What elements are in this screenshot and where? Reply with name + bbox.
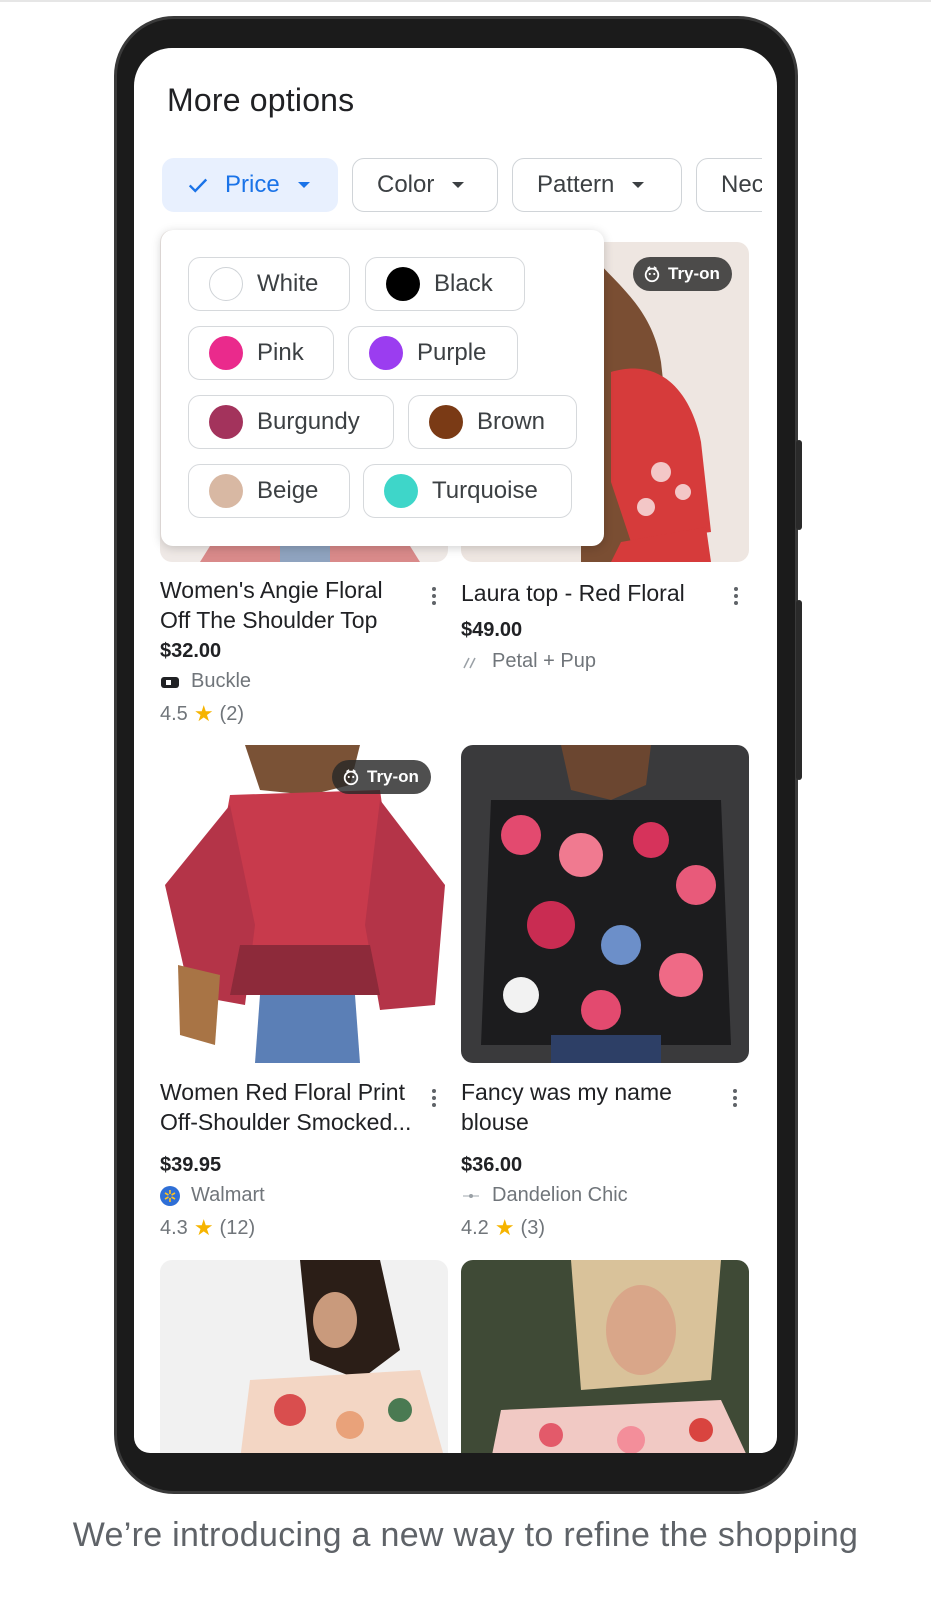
product-store: Walmart xyxy=(160,1184,265,1207)
chevron-down-icon xyxy=(632,182,645,188)
rating-value: 4.2 xyxy=(461,1216,489,1239)
product-title[interactable]: Women's Angie Floral Off The Shoulder To… xyxy=(160,575,410,635)
pink-swatch-icon xyxy=(209,336,243,370)
try-on-label: Try-on xyxy=(367,767,419,786)
color-option-label: Turquoise xyxy=(432,477,538,504)
product-card[interactable] xyxy=(461,1260,749,1453)
product-card[interactable]: Try-on Women Red Floral Print Off-Should… xyxy=(160,745,448,1265)
petal-pup-logo-icon xyxy=(461,652,481,672)
color-option-beige[interactable]: Beige xyxy=(188,464,350,518)
buckle-logo-icon xyxy=(160,672,180,692)
product-title[interactable]: Women Red Floral Print Off-Shoulder Smoc… xyxy=(160,1077,422,1137)
product-store: Petal + Pup xyxy=(461,650,596,673)
product-price: $39.95 xyxy=(160,1154,222,1176)
color-option-brown[interactable]: Brown xyxy=(408,395,577,449)
burgundy-swatch-icon xyxy=(209,405,243,439)
check-icon xyxy=(188,178,208,193)
purple-swatch-icon xyxy=(369,336,403,370)
color-option-label: Pink xyxy=(257,339,304,366)
filter-chip-price[interactable]: Price xyxy=(162,158,338,212)
color-option-turquoise[interactable]: Turquoise xyxy=(363,464,572,518)
walmart-logo-icon xyxy=(160,1185,180,1206)
review-count: (2) xyxy=(219,702,244,725)
color-option-label: Burgundy xyxy=(257,408,360,435)
product-store: Dandelion Chic xyxy=(461,1184,628,1207)
filter-chip-neckline[interactable]: Nec xyxy=(696,158,762,212)
color-option-label: Black xyxy=(434,270,493,297)
store-name: Petal + Pup xyxy=(492,650,596,672)
store-name: Buckle xyxy=(191,670,252,692)
filter-chip-pattern[interactable]: Pattern xyxy=(512,158,682,212)
dandelion-chic-logo-icon xyxy=(461,1186,481,1206)
product-title[interactable]: Laura top - Red Floral xyxy=(461,578,711,608)
page-title: More options xyxy=(167,82,355,118)
color-option-purple[interactable]: Purple xyxy=(348,326,518,380)
more-vert-icon[interactable] xyxy=(733,1086,739,1110)
top-divider xyxy=(0,0,931,2)
product-image xyxy=(160,1260,448,1453)
product-rating: 4.5 ★ (2) xyxy=(160,701,244,727)
white-swatch-icon xyxy=(209,267,243,301)
chevron-down-icon xyxy=(452,182,465,188)
volume-button xyxy=(796,440,802,530)
color-option-label: White xyxy=(257,270,319,297)
brown-swatch-icon xyxy=(429,405,463,439)
star-icon: ★ xyxy=(193,1215,214,1240)
color-option-label: Beige xyxy=(257,477,319,504)
product-store: Buckle xyxy=(160,670,251,693)
color-option-black[interactable]: Black xyxy=(365,257,525,311)
product-rating: 4.2 ★ (3) xyxy=(461,1215,545,1241)
black-swatch-icon xyxy=(386,267,420,301)
try-on-badge[interactable]: Try-on xyxy=(332,760,431,794)
caption-text: We’re introducing a new way to refine th… xyxy=(72,1516,859,1554)
product-price: $49.00 xyxy=(461,619,523,641)
turquoise-swatch-icon xyxy=(384,474,418,508)
try-on-icon xyxy=(644,266,660,283)
try-on-icon xyxy=(343,769,359,786)
rating-value: 4.5 xyxy=(160,702,188,725)
chevron-down-icon xyxy=(297,182,310,188)
product-title[interactable]: Fancy was my name blouse xyxy=(461,1077,723,1137)
color-option-label: Purple xyxy=(417,339,487,366)
side-button xyxy=(796,600,802,780)
product-price: $36.00 xyxy=(461,1154,523,1176)
review-count: (12) xyxy=(219,1216,256,1239)
filter-chip-row[interactable]: Price Color Pattern Nec xyxy=(162,158,762,218)
product-image xyxy=(461,745,749,1063)
try-on-label: Try-on xyxy=(668,264,720,283)
store-name: Dandelion Chic xyxy=(492,1184,628,1206)
color-option-white[interactable]: White xyxy=(188,257,350,311)
product-image xyxy=(461,1260,749,1453)
try-on-badge[interactable]: Try-on xyxy=(633,257,732,291)
beige-swatch-icon xyxy=(209,474,243,508)
color-option-label: Brown xyxy=(477,408,546,435)
color-option-burgundy[interactable]: Burgundy xyxy=(188,395,394,449)
product-card[interactable] xyxy=(160,1260,448,1453)
review-count: (3) xyxy=(520,1216,545,1239)
store-name: Walmart xyxy=(191,1184,265,1206)
star-icon: ★ xyxy=(494,1215,515,1240)
more-vert-icon[interactable] xyxy=(432,584,438,608)
filter-chip-label: Nec xyxy=(721,171,762,198)
filter-chip-label: Pattern xyxy=(537,171,615,198)
product-rating: 4.3 ★ (12) xyxy=(160,1215,255,1241)
product-card[interactable]: Fancy was my name blouse $36.00 Dandelio… xyxy=(461,745,749,1265)
filter-chip-color[interactable]: Color xyxy=(352,158,498,212)
filter-chip-label: Price xyxy=(225,171,280,198)
star-icon: ★ xyxy=(193,701,214,726)
color-option-pink[interactable]: Pink xyxy=(188,326,334,380)
product-price: $32.00 xyxy=(160,640,222,662)
more-vert-icon[interactable] xyxy=(734,584,740,608)
color-dropdown: White Black Pink Purple Burgundy Brown B… xyxy=(161,230,604,546)
filter-chip-label: Color xyxy=(377,171,435,198)
rating-value: 4.3 xyxy=(160,1216,188,1239)
phone-screen: More options Price Color Pattern Nec Try… xyxy=(134,48,777,1453)
more-vert-icon[interactable] xyxy=(432,1086,438,1110)
